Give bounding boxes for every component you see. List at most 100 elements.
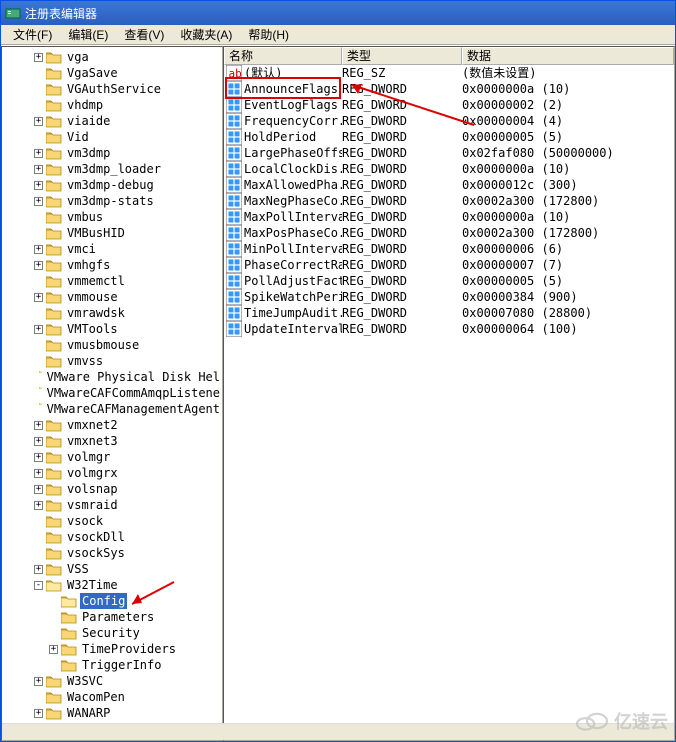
value-row[interactable]: UpdateIntervalREG_DWORD0x00000064 (100) [224, 321, 674, 337]
tree-node[interactable]: vsock [4, 513, 222, 529]
tree-node[interactable]: + VSS [4, 561, 222, 577]
expand-icon[interactable]: + [34, 325, 43, 334]
tree-label[interactable]: vsock [65, 513, 105, 529]
tree-label[interactable]: VMTools [65, 321, 120, 337]
tree-node[interactable]: + vm3dmp-stats [4, 193, 222, 209]
tree-label[interactable]: VgaSave [65, 65, 120, 81]
expand-icon[interactable]: + [34, 421, 43, 430]
tree-node[interactable]: VgaSave [4, 65, 222, 81]
tree-label[interactable]: Security [80, 625, 142, 641]
tree-label[interactable]: volmgrx [65, 465, 120, 481]
tree-node[interactable]: + VMTools [4, 321, 222, 337]
tree-node[interactable]: + vga [4, 49, 222, 65]
tree-label[interactable]: VGAuthService [65, 81, 163, 97]
value-row[interactable]: LargePhaseOffsetREG_DWORD0x02faf080 (500… [224, 145, 674, 161]
list-pane[interactable]: 名称 类型 数据 ab(默认)REG_SZ(数值未设置)AnnounceFlag… [223, 46, 675, 741]
tree-node[interactable]: + vm3dmp [4, 145, 222, 161]
expand-icon[interactable]: + [34, 565, 43, 574]
tree-node[interactable]: vmrawdsk [4, 305, 222, 321]
tree-node[interactable]: +vmci [4, 241, 222, 257]
value-row[interactable]: PhaseCorrectRateREG_DWORD0x00000007 (7) [224, 257, 674, 273]
tree-node[interactable]: + volsnap [4, 481, 222, 497]
tree-node[interactable]: +vm3dmp-debug [4, 177, 222, 193]
tree-label[interactable]: vmxnet3 [65, 433, 120, 449]
value-row[interactable]: TimeJumpAudit...REG_DWORD0x00007080 (288… [224, 305, 674, 321]
tree-label[interactable]: vhdmp [65, 97, 105, 113]
value-row[interactable]: FrequencyCorr...REG_DWORD0x00000004 (4) [224, 113, 674, 129]
value-row[interactable]: MinPollIntervalREG_DWORD0x00000006 (6) [224, 241, 674, 257]
tree-label[interactable]: W3SVC [65, 673, 105, 689]
tree-node[interactable]: + vmmouse [4, 289, 222, 305]
expand-icon[interactable]: + [49, 645, 58, 654]
value-row[interactable]: PollAdjustFactorREG_DWORD0x00000005 (5) [224, 273, 674, 289]
tree-label[interactable]: VMware Physical Disk Hel [45, 369, 222, 385]
expand-icon[interactable]: + [34, 485, 43, 494]
tree-label[interactable]: vga [65, 49, 91, 65]
col-header-data[interactable]: 数据 [462, 47, 674, 65]
tree-node[interactable]: Parameters [4, 609, 222, 625]
tree-label[interactable]: vm3dmp [65, 145, 112, 161]
value-row[interactable]: MaxPosPhaseCo...REG_DWORD0x0002a300 (172… [224, 225, 674, 241]
tree-label[interactable]: vmhgfs [65, 257, 112, 273]
tree-label[interactable]: Config [80, 593, 127, 609]
tree-label[interactable]: WacomPen [65, 689, 127, 705]
expand-icon[interactable]: + [34, 149, 43, 158]
tree-node[interactable]: VMware Physical Disk Hel [4, 369, 222, 385]
collapse-icon[interactable]: - [34, 581, 43, 590]
tree-node[interactable]: vmmemctl [4, 273, 222, 289]
tree-node[interactable]: WacomPen [4, 689, 222, 705]
tree-label[interactable]: VMwareCAFManagementAgent [45, 401, 222, 417]
tree-label[interactable]: volsnap [65, 481, 120, 497]
expand-icon[interactable]: + [34, 53, 43, 62]
tree-node[interactable]: vsockDll [4, 529, 222, 545]
expand-icon[interactable]: + [34, 293, 43, 302]
tree-label[interactable]: viaide [65, 113, 112, 129]
col-header-name[interactable]: 名称 [224, 47, 342, 65]
menu-favorites[interactable]: 收藏夹(A) [172, 25, 240, 45]
menu-view[interactable]: 查看(V) [116, 25, 172, 45]
tree-node[interactable]: TriggerInfo [4, 657, 222, 673]
value-row[interactable]: MaxPollIntervalREG_DWORD0x0000000a (10) [224, 209, 674, 225]
expand-icon[interactable]: + [34, 197, 43, 206]
tree-node[interactable]: +vsmraid [4, 497, 222, 513]
expand-icon[interactable]: + [34, 117, 43, 126]
tree-node[interactable]: VMBusHID [4, 225, 222, 241]
value-row[interactable]: ab(默认)REG_SZ(数值未设置) [224, 65, 674, 81]
menu-help[interactable]: 帮助(H) [240, 25, 297, 45]
tree-node[interactable]: vmusbmouse [4, 337, 222, 353]
tree-label[interactable]: vmmouse [65, 289, 120, 305]
tree-node[interactable]: vmvss [4, 353, 222, 369]
tree-label[interactable]: vm3dmp-debug [65, 177, 156, 193]
tree-label[interactable]: vmmemctl [65, 273, 127, 289]
expand-icon[interactable]: + [34, 469, 43, 478]
tree-node[interactable]: Config [4, 593, 222, 609]
tree-node[interactable]: -W32Time [4, 577, 222, 593]
value-row[interactable]: MaxNegPhaseCo...REG_DWORD0x0002a300 (172… [224, 193, 674, 209]
tree-label[interactable]: vsockSys [65, 545, 127, 561]
value-row[interactable]: SpikeWatchPeriodREG_DWORD0x00000384 (900… [224, 289, 674, 305]
tree-label[interactable]: WANARP [65, 705, 112, 721]
tree-label[interactable]: TimeProviders [80, 641, 178, 657]
tree-label[interactable]: Parameters [80, 609, 156, 625]
tree-label[interactable]: volmgr [65, 449, 112, 465]
expand-icon[interactable]: + [34, 709, 43, 718]
tree-node[interactable]: + viaide [4, 113, 222, 129]
tree-label[interactable]: vmxnet2 [65, 417, 120, 433]
tree-node[interactable]: vsockSys [4, 545, 222, 561]
tree-node[interactable]: +W3SVC [4, 673, 222, 689]
tree-label[interactable]: Vid [65, 129, 91, 145]
tree-label[interactable]: VMBusHID [65, 225, 127, 241]
tree-label[interactable]: VSS [65, 561, 91, 577]
tree-node[interactable]: + volmgr [4, 449, 222, 465]
tree-node[interactable]: vhdmp [4, 97, 222, 113]
expand-icon[interactable]: + [34, 453, 43, 462]
tree-label[interactable]: vm3dmp_loader [65, 161, 163, 177]
tree-label[interactable]: vm3dmp-stats [65, 193, 156, 209]
tree-node[interactable]: + volmgrx [4, 465, 222, 481]
tree-node[interactable]: VGAuthService [4, 81, 222, 97]
value-row[interactable]: HoldPeriodREG_DWORD0x00000005 (5) [224, 129, 674, 145]
tree-node[interactable]: vmbus [4, 209, 222, 225]
tree-node[interactable]: VMwareCAFCommAmqpListene [4, 385, 222, 401]
menu-edit[interactable]: 编辑(E) [60, 25, 116, 45]
value-row[interactable]: LocalClockDis...REG_DWORD0x0000000a (10) [224, 161, 674, 177]
